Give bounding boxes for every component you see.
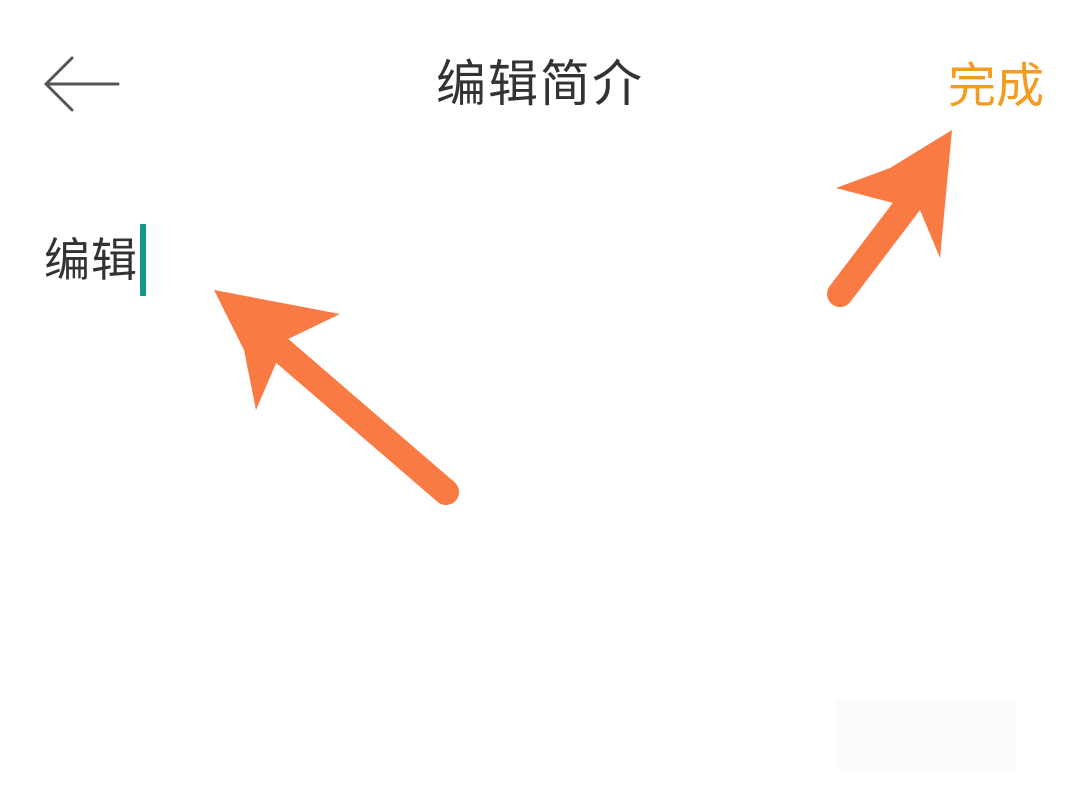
text-cursor [140, 224, 146, 296]
edit-intro-screen: 编辑简介 完成 编辑 [0, 0, 1080, 810]
page-title: 编辑简介 [436, 55, 644, 113]
done-button[interactable]: 完成 [948, 56, 1044, 116]
intro-input[interactable]: 编辑 [44, 220, 1034, 300]
watermark [836, 700, 1016, 770]
top-bar: 编辑简介 完成 [0, 0, 1080, 170]
intro-input-value: 编辑 [44, 233, 138, 287]
